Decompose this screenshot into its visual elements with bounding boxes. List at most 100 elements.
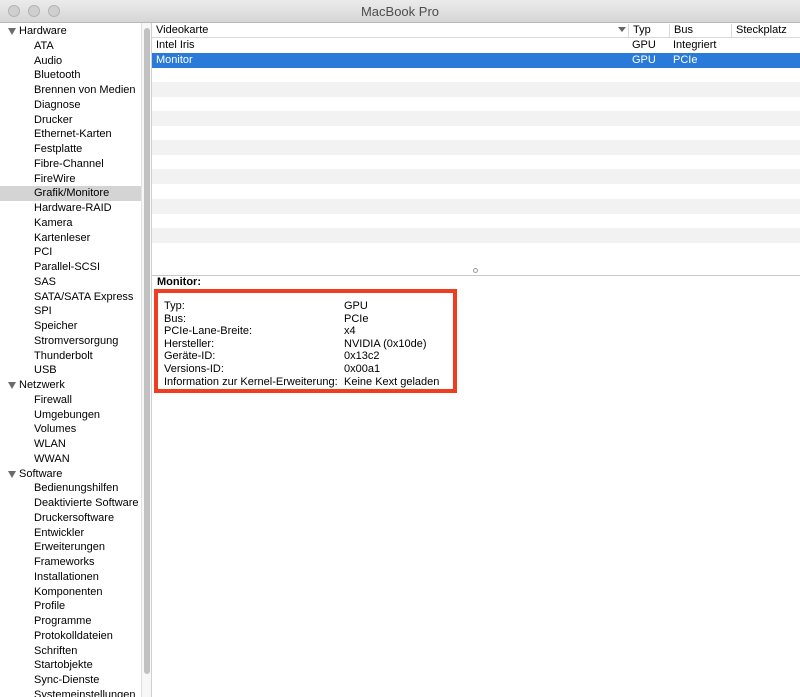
sidebar-item-usb[interactable]: USB	[0, 363, 141, 378]
sidebar-item-stromversorgung[interactable]: Stromversorgung	[0, 334, 141, 349]
detail-key: Typ:	[164, 300, 185, 312]
disclosure-triangle-icon[interactable]	[8, 471, 16, 478]
sidebar-item-fibre-channel[interactable]: Fibre-Channel	[0, 157, 141, 172]
sidebar-group-hardware[interactable]: Hardware	[0, 24, 141, 39]
table-cell-typ: GPU	[632, 53, 656, 66]
sidebar-item-volumes[interactable]: Volumes	[0, 422, 141, 437]
sidebar-group-label: Netzwerk	[19, 379, 65, 391]
sidebar-item-diagnose[interactable]: Diagnose	[0, 98, 141, 113]
system-information-window: MacBook Pro Hardware ATA Audio Bluetooth Bre…	[0, 0, 800, 697]
sidebar-item-audio[interactable]: Audio	[0, 54, 141, 69]
sidebar-item-hardware-raid[interactable]: Hardware-RAID	[0, 201, 141, 216]
sidebar-item-wwan[interactable]: WWAN	[0, 452, 141, 467]
table-row[interactable]: Monitor GPU PCIe	[152, 52, 800, 68]
empty-table-row	[152, 198, 800, 214]
sidebar-item-speicher[interactable]: Speicher	[0, 319, 141, 334]
sidebar-item-deaktivierte-software[interactable]: Deaktivierte Software	[0, 496, 141, 511]
sidebar-item-ata[interactable]: ATA	[0, 39, 141, 54]
sidebar-scroll-thumb[interactable]	[144, 28, 150, 674]
detail-value: GPU	[344, 300, 368, 312]
sidebar-item-schriften[interactable]: Schriften	[0, 644, 141, 659]
sidebar-group-software[interactable]: Software	[0, 467, 141, 482]
sidebar-item-erweiterungen[interactable]: Erweiterungen	[0, 540, 141, 555]
content-pane: Videokarte Typ Bus Steckplatz Intel Iris…	[152, 23, 800, 697]
sidebar-tree: Hardware ATA Audio Bluetooth Brennen von Med…	[0, 23, 141, 697]
sidebar-item-entwickler[interactable]: Entwickler	[0, 526, 141, 541]
column-header-typ[interactable]: Typ	[628, 24, 669, 37]
table-cell-videokarte: Intel Iris	[156, 39, 195, 51]
sidebar-item-brennen-von-medien[interactable]: Brennen von Medien	[0, 83, 141, 98]
window-title: MacBook Pro	[360, 4, 440, 19]
empty-table-row	[152, 184, 800, 199]
sidebar-item-druckersoftware[interactable]: Druckersoftware	[0, 511, 141, 526]
detail-key: Bus:	[164, 312, 187, 325]
sidebar-item-sata-sata-express[interactable]: SATA/SATA Express	[0, 290, 141, 305]
detail-value: NVIDIA (0x10de)	[344, 337, 427, 350]
sidebar-item-festplatte[interactable]: Festplatte	[0, 142, 141, 157]
table-cell-typ: GPU	[632, 39, 656, 51]
column-header-videokarte[interactable]: Videokarte	[152, 24, 628, 37]
empty-table-row	[152, 155, 800, 170]
table-header: Videokarte Typ Bus Steckplatz	[152, 23, 800, 38]
detail-value: 0x13c2	[344, 350, 380, 363]
detail-key: Hersteller:	[164, 337, 215, 350]
column-header-steckplatz[interactable]: Steckplatz	[731, 24, 800, 37]
sidebar-item-umgebungen[interactable]: Umgebungen	[0, 408, 141, 423]
sort-descending-icon	[618, 27, 626, 32]
sidebar-item-protokolldateien[interactable]: Protokolldateien	[0, 629, 141, 644]
empty-table-row	[152, 169, 800, 185]
sidebar-group-netzwerk[interactable]: Netzwerk	[0, 378, 141, 393]
empty-table-row	[152, 96, 800, 111]
empty-table-row	[152, 126, 800, 141]
sidebar-group-label: Software	[19, 468, 63, 480]
detail-title: Monitor:	[157, 276, 201, 288]
detail-value: x4	[344, 325, 356, 338]
sidebar-item-firewall[interactable]: Firewall	[0, 393, 141, 408]
table-cell-bus: PCIe	[673, 53, 698, 66]
sidebar-item-sync-dienste[interactable]: Sync-Dienste	[0, 673, 141, 688]
sidebar-group-label: Hardware	[19, 25, 67, 37]
empty-table-row	[152, 213, 800, 228]
sidebar-item-firewire[interactable]: FireWire	[0, 172, 141, 187]
detail-key: Geräte-ID:	[164, 350, 216, 363]
table-cell-bus: Integriert	[673, 39, 717, 51]
sidebar-item-spi[interactable]: SPI	[0, 304, 141, 319]
splitter-handle-icon[interactable]	[473, 268, 478, 273]
empty-table-row	[152, 140, 800, 156]
split-divider[interactable]	[152, 268, 800, 276]
sidebar-item-sas[interactable]: SAS	[0, 275, 141, 290]
empty-table-row	[152, 81, 800, 97]
table-cell-videokarte: Monitor	[156, 53, 193, 66]
sidebar-item-ethernet-karten[interactable]: Ethernet-Karten	[0, 127, 141, 142]
column-header-bus[interactable]: Bus	[669, 24, 731, 37]
sidebar-item-thunderbolt[interactable]: Thunderbolt	[0, 349, 141, 364]
sidebar-item-komponenten[interactable]: Komponenten	[0, 585, 141, 600]
detail-key: PCIe-Lane-Breite:	[164, 325, 253, 338]
table-row[interactable]: Intel Iris GPU Integriert	[152, 38, 800, 53]
detail-value: PCIe	[344, 312, 369, 325]
sidebar-item-frameworks[interactable]: Frameworks	[0, 555, 141, 570]
sidebar-item-startobjekte[interactable]: Startobjekte	[0, 658, 141, 673]
sidebar-item-kamera[interactable]: Kamera	[0, 216, 141, 231]
sidebar-item-wlan[interactable]: WLAN	[0, 437, 141, 452]
sidebar-item-programme[interactable]: Programme	[0, 614, 141, 629]
sidebar-scrollbar[interactable]	[141, 23, 152, 697]
sidebar-item-parallel-scsi[interactable]: Parallel-SCSI	[0, 260, 141, 275]
sidebar-item-systemeinstellungen[interactable]: Systemeinstellungen	[0, 688, 141, 697]
sidebar-item-pci[interactable]: PCI	[0, 245, 141, 260]
sidebar-item-kartenleser[interactable]: Kartenleser	[0, 231, 141, 246]
empty-table-row	[152, 227, 800, 243]
detail-key: Information zur Kernel-Erweiterung:	[164, 375, 338, 388]
sidebar-item-bedienungshilfen[interactable]: Bedienungshilfen	[0, 481, 141, 496]
sidebar-item-profile[interactable]: Profile	[0, 599, 141, 614]
title-bar: MacBook Pro	[0, 0, 800, 23]
detail-value: 0x00a1	[344, 363, 381, 375]
disclosure-triangle-icon[interactable]	[8, 382, 16, 389]
disclosure-triangle-icon[interactable]	[8, 28, 16, 35]
sidebar-item-bluetooth[interactable]: Bluetooth	[0, 68, 141, 83]
sidebar-item-drucker[interactable]: Drucker	[0, 113, 141, 128]
detail-value: Keine Kext geladen	[344, 375, 440, 388]
sidebar-item-installationen[interactable]: Installationen	[0, 570, 141, 585]
sidebar-item-grafik-monitore[interactable]: Grafik/Monitore	[0, 186, 141, 201]
empty-table-row	[152, 67, 800, 82]
